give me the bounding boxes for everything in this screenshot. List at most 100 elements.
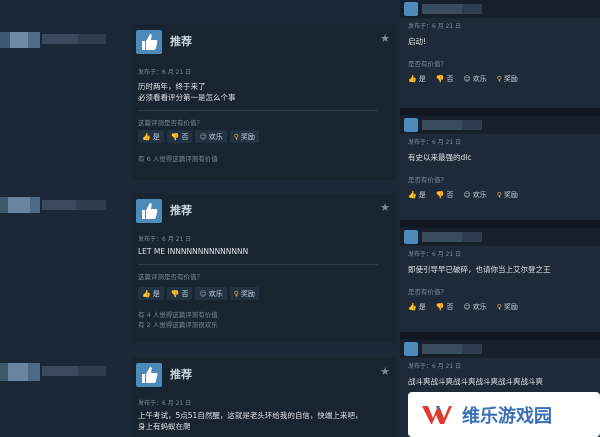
review-content: 推荐 ★ 发布于：6 月 21 日 上午考试，5点51自然醒，这就是老头环给我的… [132,357,396,437]
vote-buttons: 👍 是 👎 否 ☺ 欢乐 ♀ 奖励 [408,74,518,84]
thumbs-up-icon [136,199,162,223]
review-card: 推荐 ★ 发布于：6 月 21 日 历时两年，终于来了 必须看看评分第一是怎么个… [0,24,396,180]
thumbs-up-icon [136,30,162,54]
helpful-count: 有 6 人觉得这篇评测有价值 [138,155,218,163]
comment-text: 有史以来最强的dlc [408,153,472,162]
thumbs-down-icon: 👎 [170,289,180,298]
vote-no-button[interactable]: 👎 否 [166,287,193,300]
vote-buttons: 👍 是 👎 否 ☺ 欢乐 ♀ 奖励 [408,190,518,200]
review-line: 身上有蚂蚁在爬 [138,422,191,431]
thumbs-up-icon [136,363,162,387]
comment-text: 启动! [408,37,427,46]
watermark-logo-icon [422,405,452,424]
recommendation-label: 推荐 [170,35,192,48]
award-button[interactable]: ♀ 奖励 [497,190,518,200]
award-button[interactable]: ♀ 奖励 [229,130,259,143]
posted-date: 发布于：6 月 21 日 [138,400,192,407]
star-icon[interactable]: ★ [380,365,390,378]
helpful-question: 是否有价值？ [408,288,447,296]
vote-funny-button[interactable]: ☺ 欢乐 [195,130,227,143]
thumbs-up-icon: 👍 [408,191,417,199]
vote-funny-button[interactable]: ☺ 欢乐 [195,287,227,300]
posted-date: 发布于：6 月 21 日 [408,139,462,146]
comment-text: 即使引导早已破碎，也请你当上艾尔登之王 [408,265,551,274]
vote-no-button[interactable]: 👎 否 [436,74,454,84]
blurred-avatar [8,363,28,381]
vote-buttons: 👍 是 👎 否 ☺ 欢乐 ♀ 奖励 [138,287,259,300]
recommendation-label: 推荐 [170,368,192,381]
thumbs-down-icon: 👎 [435,75,445,83]
review-card: 推荐 ★ 发布于：6 月 21 日 上午考试，5点51自然醒，这就是老头环给我的… [0,357,396,437]
smiley-icon: ☺ [463,191,471,199]
comment-card: 发布于：6 月 21 日 即使引导早已破碎，也请你当上艾尔登之王 是否有价值？ … [400,228,600,332]
divider [138,110,378,111]
blurred-username [422,344,462,354]
divider [400,220,600,228]
vote-yes-button[interactable]: 👍 是 [408,302,426,312]
comment-text: 战斗爽战斗爽战斗爽战斗爽战斗爽战斗爽 [408,377,543,386]
review-line: 必须看看评分第一是怎么个事 [138,93,236,102]
review-body: 上午考试，5点51自然醒，这就是老头环给我的自信，快端上来吧， 身上有蚂蚁在爬 [138,410,362,432]
vote-no-button[interactable]: 👎 否 [166,130,193,143]
vote-buttons: 👍 是 👎 否 ☺ 欢乐 ♀ 奖励 [408,302,518,312]
smiley-icon: ☺ [199,132,207,141]
vote-yes-button[interactable]: 👍 是 [138,287,164,300]
award-icon: ♀ [496,191,502,199]
review-card: 推荐 ★ 发布于：6 月 21 日 LET ME INNNNNNNNNNNNNN… [0,193,396,343]
blurred-username [422,120,462,130]
blurred-username [42,34,78,44]
helpful-question: 是否有价值？ [408,60,447,68]
award-icon: ♀ [233,289,239,298]
award-icon: ♀ [496,303,502,311]
award-icon: ♀ [233,132,239,141]
vote-funny-button[interactable]: ☺ 欢乐 [463,190,486,200]
review-content: 推荐 ★ 发布于：6 月 21 日 LET ME INNNNNNNNNNNNNN… [132,193,396,343]
author-block [0,24,132,180]
author-block [0,193,132,343]
award-button[interactable]: ♀ 奖励 [497,302,518,312]
review-line: 历时两年，终于来了 [138,82,206,91]
star-icon[interactable]: ★ [380,32,390,45]
vote-yes-button[interactable]: 👍 是 [408,190,426,200]
helpful-question: 这篇评测是否有价值？ [138,273,203,281]
award-icon: ♀ [496,75,502,83]
blurred-username [422,232,462,242]
blurred-avatar [404,118,418,132]
review-content: 推荐 ★ 发布于：6 月 21 日 历时两年，终于来了 必须看看评分第一是怎么个… [132,24,396,180]
thumbs-up-icon: 👍 [408,303,417,311]
blurred-username [42,366,78,376]
award-button[interactable]: ♀ 奖励 [497,74,518,84]
thumbs-down-icon: 👎 [170,132,180,141]
vote-yes-button[interactable]: 👍 是 [408,74,426,84]
review-line: LET ME INNNNNNNNNNNNNN [138,247,249,256]
divider [400,108,600,116]
smiley-icon: ☺ [463,75,471,83]
vote-buttons: 👍 是 👎 否 ☺ 欢乐 ♀ 奖励 [138,130,259,143]
helpful-question: 是否有价值？ [408,176,447,184]
vote-funny-button[interactable]: ☺ 欢乐 [463,74,486,84]
vote-funny-button[interactable]: ☺ 欢乐 [463,302,486,312]
thumbs-down-icon: 👎 [435,191,445,199]
posted-date: 发布于：6 月 21 日 [408,251,462,258]
thumbs-down-icon: 👎 [435,303,445,311]
blurred-avatar [10,32,28,48]
comment-card: 发布于：6 月 21 日 启动! 是否有价值？ 👍 是 👎 否 ☺ 欢乐 ♀ 奖励 [400,0,600,108]
review-line: 上午考试，5点51自然醒，这就是老头环给我的自信，快端上来吧， [138,411,363,420]
blurred-username [422,4,462,14]
blurred-avatar [404,230,418,244]
vote-no-button[interactable]: 👎 否 [436,302,454,312]
smiley-icon: ☺ [199,289,207,298]
vote-yes-button[interactable]: 👍 是 [138,130,164,143]
funny-count: 有 2 人觉得这篇评测很欢乐 [138,321,218,329]
thumbs-up-icon: 👍 [408,75,417,83]
review-body: 历时两年，终于来了 必须看看评分第一是怎么个事 [138,81,236,103]
award-button[interactable]: ♀ 奖励 [229,287,259,300]
star-icon[interactable]: ★ [380,201,390,214]
thumbs-up-icon: 👍 [142,132,151,141]
blurred-avatar [404,342,418,356]
divider [138,264,378,265]
blurred-username [42,200,76,210]
vote-no-button[interactable]: 👎 否 [436,190,454,200]
watermark-text: 维乐游戏园 [462,405,552,427]
smiley-icon: ☺ [463,303,471,311]
